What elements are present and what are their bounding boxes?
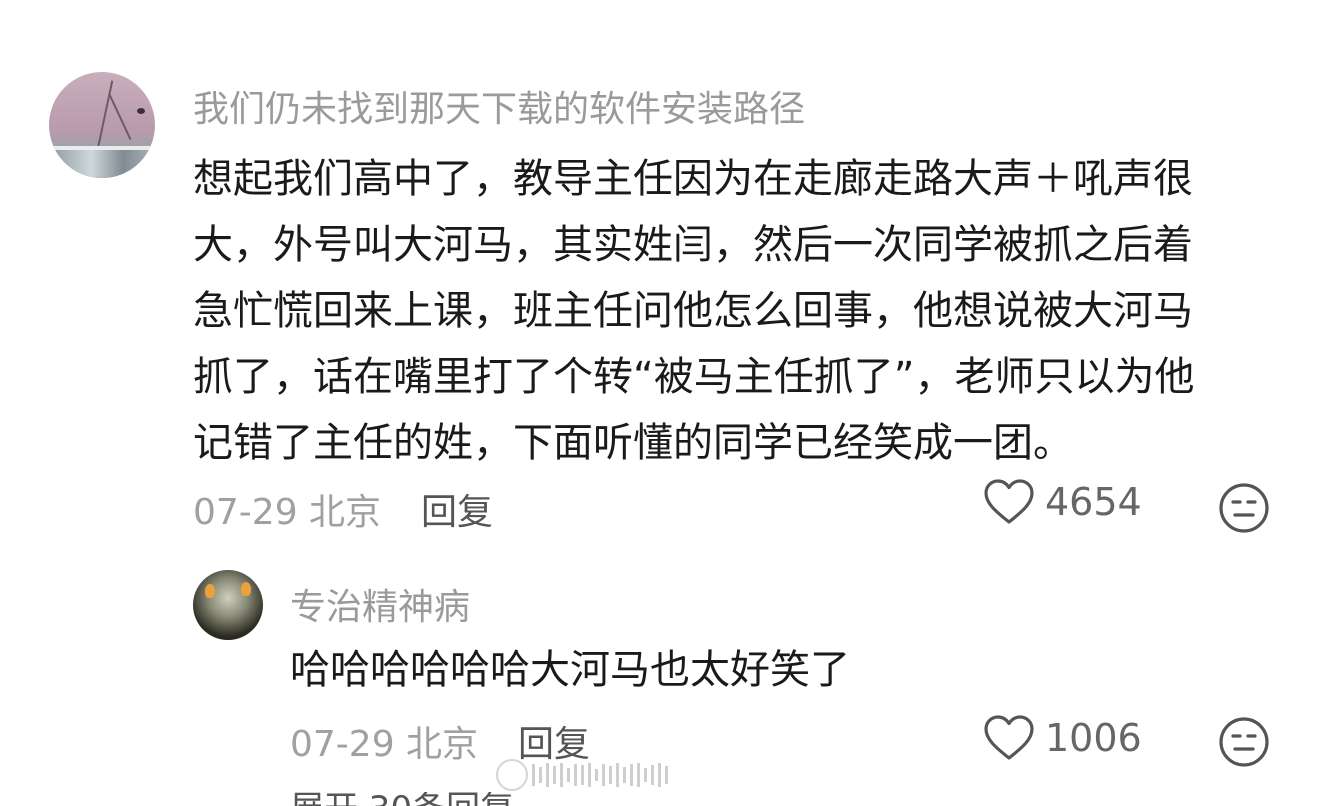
expand-replies-link[interactable]: 展开 30条回复 bbox=[290, 792, 514, 806]
reply-text: 哈哈哈哈哈哈大河马也太好笑了 bbox=[290, 647, 850, 693]
neutral-face-icon[interactable] bbox=[1218, 716, 1270, 768]
comment-text-line: 大，外号叫大河马，其实姓闫，然后一次同学被抓之后着 bbox=[193, 222, 1193, 268]
reply-date-location: 07-29 北京 bbox=[290, 724, 479, 765]
neutral-face-icon[interactable] bbox=[1218, 482, 1270, 534]
heart-outline-icon bbox=[984, 479, 1034, 524]
reply-button[interactable]: 回复 bbox=[421, 483, 493, 535]
like-count: 4654 bbox=[1045, 480, 1142, 524]
user-avatar[interactable] bbox=[193, 570, 263, 640]
like-button[interactable]: 1006 bbox=[983, 714, 1142, 762]
comment-date-location: 07-29 北京 bbox=[193, 492, 382, 533]
comment-text: 想起我们高中了，教导主任因为在走廊走路大声＋吼声很 大，外号叫大河马，其实姓闫，… bbox=[193, 146, 1263, 476]
reply-username[interactable]: 专治精神病 bbox=[290, 578, 470, 630]
heart-outline-icon bbox=[984, 715, 1034, 760]
comment-username[interactable]: 我们仍未找到那天下载的软件安装路径 bbox=[193, 80, 805, 132]
like-count: 1006 bbox=[1045, 716, 1142, 760]
comment-text-line: 急忙慌回来上课，班主任问他怎么回事，他想说被大河马 bbox=[193, 288, 1193, 334]
watermark-logo bbox=[496, 759, 668, 791]
comment-text-line: 抓了，话在嘴里打了个转“被马主任抓了”，老师只以为他 bbox=[193, 354, 1195, 400]
user-avatar[interactable] bbox=[49, 72, 155, 178]
like-button[interactable]: 4654 bbox=[983, 478, 1142, 526]
expand-replies-label: 展开 30条回复 bbox=[290, 792, 514, 806]
comment-text-line: 想起我们高中了，教导主任因为在走廊走路大声＋吼声很 bbox=[193, 156, 1193, 202]
comment-text-line: 记错了主任的姓，下面听懂的同学已经笑成一团。 bbox=[193, 420, 1073, 466]
